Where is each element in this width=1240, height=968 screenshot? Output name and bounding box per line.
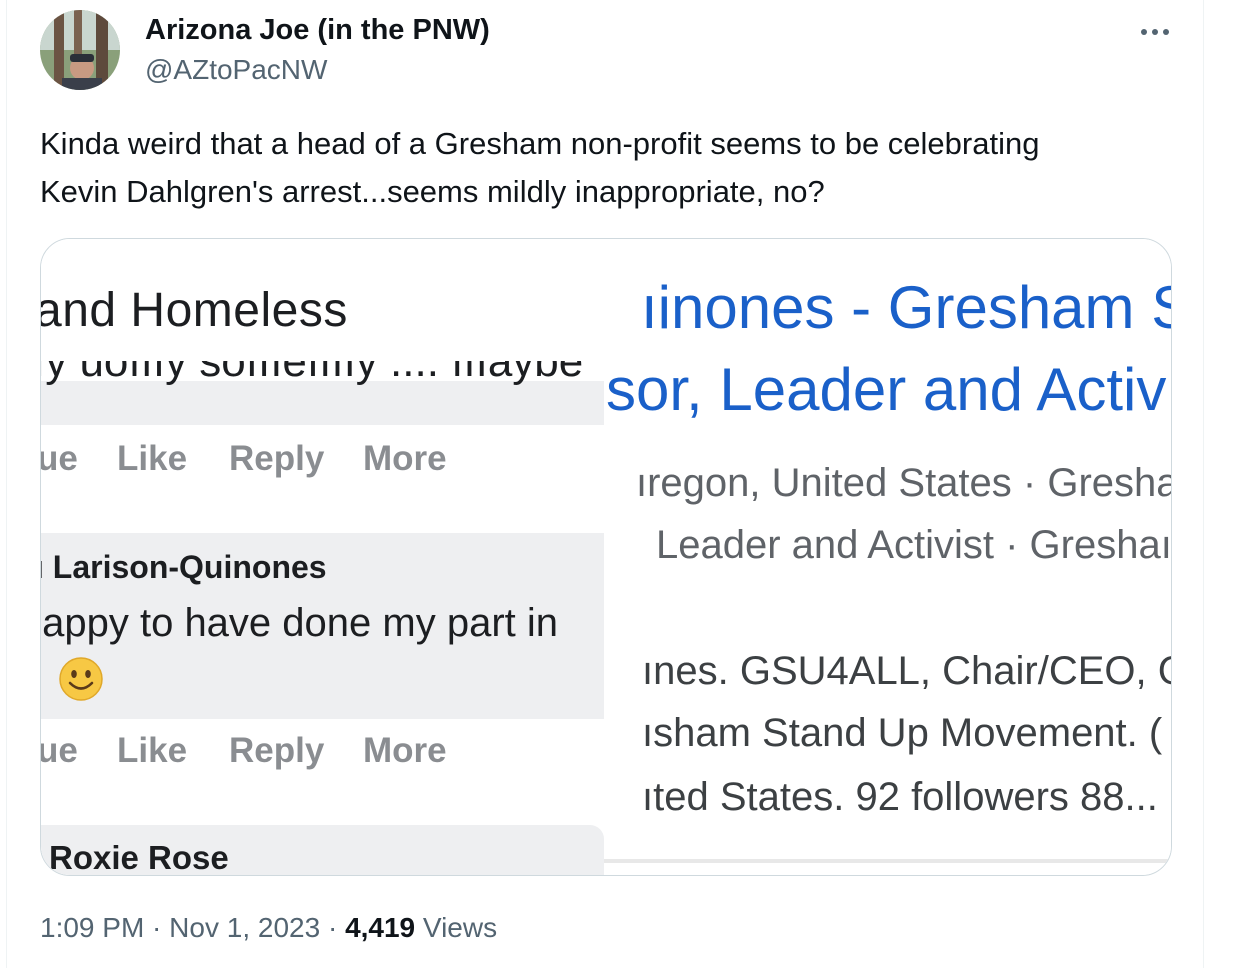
tweet-time: 1:09 PM xyxy=(40,912,145,943)
comment-action-partial: ue xyxy=(41,731,78,770)
like-link: Like xyxy=(117,439,188,478)
more-link: More xyxy=(363,439,447,478)
separator: · xyxy=(320,912,346,943)
tweet-date: Nov 1, 2023 xyxy=(169,912,321,943)
views-label: Views xyxy=(415,912,498,943)
search-result-snippet: ıted States. 92 followers 88... xyxy=(642,775,1158,819)
search-result-title: sor, Leader and Activ xyxy=(606,356,1167,423)
author-name[interactable]: Arizona Joe (in the PNW) xyxy=(145,14,490,47)
facebook-comments-screenshot: and Homeless ıy uoıııy soıııeııııy .... … xyxy=(41,239,604,876)
avatar-image xyxy=(40,10,120,90)
group-title: and Homeless xyxy=(41,284,348,337)
tweet-text-line: Kinda weird that a head of a Gresham non… xyxy=(40,126,1040,161)
search-result-meta: Leader and Activist · Greshaı xyxy=(656,523,1172,567)
tweet: Arizona Joe (in the PNW) @AZtoPacNW Kind… xyxy=(6,0,1204,968)
tweet-text-line: Kevin Dahlgren's arrest...seems mildly i… xyxy=(40,174,825,209)
like-link: Like xyxy=(117,731,188,770)
comment-action-partial: ue xyxy=(41,439,78,478)
separator: · xyxy=(144,912,170,943)
smiley-emoji-icon xyxy=(59,657,103,701)
author-handle[interactable]: @AZtoPacNW xyxy=(145,54,327,86)
search-result-title: ıinones - Gresham S xyxy=(641,274,1172,341)
commenter-name: Roxie Rose xyxy=(49,839,229,876)
comment-text: ıappy to have done my part in xyxy=(41,601,558,645)
search-result-meta: ıregon, United States · Gresha xyxy=(636,461,1172,505)
more-link: More xyxy=(363,731,447,770)
search-result-snippet: ınes. GSU4ALL, Chair/CEO, GS xyxy=(642,649,1172,693)
views-count: 4,419 xyxy=(345,912,416,943)
tweet-media-image[interactable]: and Homeless ıy uoıııy soıııeııııy .... … xyxy=(40,238,1172,876)
reply-link: Reply xyxy=(229,439,325,478)
reply-link: Reply xyxy=(229,731,325,770)
search-result-snippet: ısham Stand Up Movement. ( xyxy=(642,711,1163,755)
tweet-timestamp[interactable]: 1:09 PM · Nov 1, 2023 · 4,419 Views xyxy=(40,912,497,944)
comment-text-cut: ıy uoıııy soıııeııııy .... ıııaybe xyxy=(41,361,584,386)
more-dots-icon xyxy=(1141,29,1169,35)
more-options-button[interactable] xyxy=(1137,14,1173,50)
tweet-text: Kinda weird that a head of a Gresham non… xyxy=(40,120,1180,216)
search-result-screenshot: ıinones - Gresham S sor, Leader and Acti… xyxy=(604,239,1172,875)
commenter-name: ı Larison-Quinones xyxy=(41,549,327,585)
avatar[interactable] xyxy=(40,10,120,90)
divider xyxy=(604,859,1171,863)
